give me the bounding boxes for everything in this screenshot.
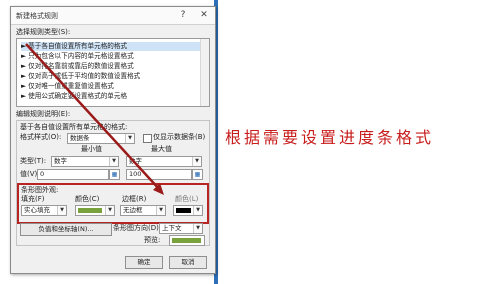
annotation-text: 根据需要设置进度条格式 [225, 128, 435, 147]
